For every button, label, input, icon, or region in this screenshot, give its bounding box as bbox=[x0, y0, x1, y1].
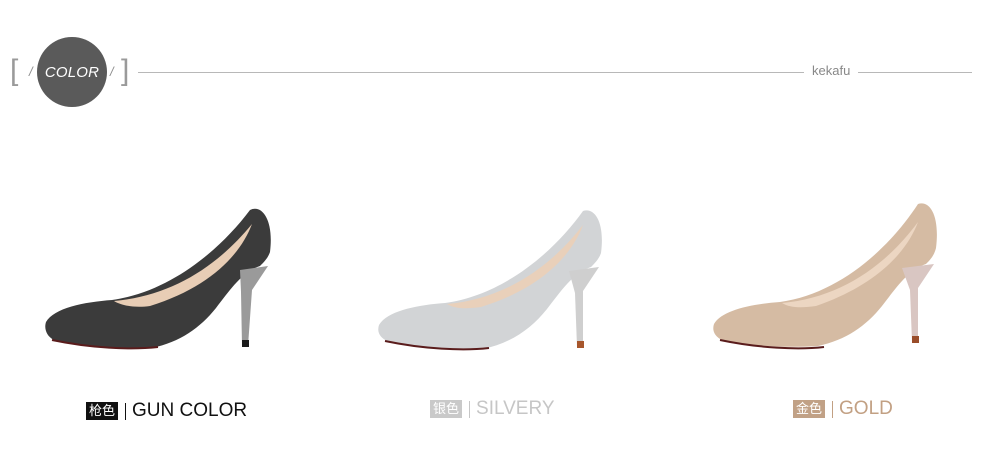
variant-tag: 金色 bbox=[793, 400, 826, 418]
header: [ / COLOR / ] kekafu bbox=[0, 0, 990, 120]
variant-name: SILVERY bbox=[476, 398, 555, 419]
shoe-image-silvery bbox=[378, 210, 602, 351]
color-badge: COLOR bbox=[37, 37, 107, 107]
caption-separator bbox=[469, 400, 471, 418]
variant-tag: 枪色 bbox=[86, 402, 119, 420]
shoe-image-gold bbox=[713, 203, 937, 350]
divider-line-right bbox=[858, 72, 972, 73]
bracket-close: ] bbox=[121, 54, 130, 87]
variant-name: GUN COLOR bbox=[132, 400, 248, 421]
variant-caption-silvery: 银色 SILVERY bbox=[430, 399, 555, 419]
variant-name: GOLD bbox=[839, 398, 893, 419]
color-badge-label: COLOR bbox=[44, 63, 100, 81]
variant-caption-gold: 金色 GOLD bbox=[793, 399, 893, 419]
divider-line-left bbox=[138, 72, 804, 73]
caption-separator bbox=[832, 400, 834, 418]
shoe-image-gun-color bbox=[45, 208, 271, 350]
bracket-open: [ bbox=[10, 54, 19, 87]
brand-name: kekafu bbox=[812, 63, 851, 78]
slash-right: / bbox=[110, 64, 114, 79]
variant-tag: 银色 bbox=[430, 400, 463, 418]
slash-left: / bbox=[29, 64, 33, 79]
caption-separator bbox=[125, 402, 127, 420]
variant-caption-gun-color: 枪色 GUN COLOR bbox=[86, 401, 247, 421]
